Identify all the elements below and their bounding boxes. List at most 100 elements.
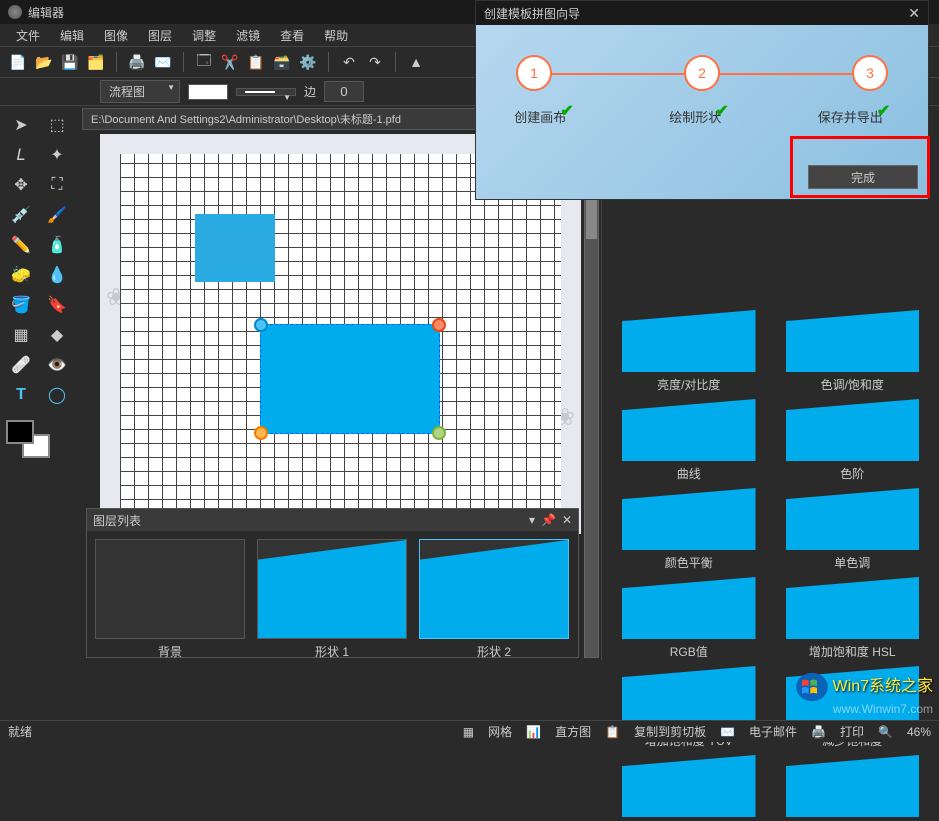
layers-icon[interactable]: 🗃️ xyxy=(272,52,292,72)
redeye-tool-icon[interactable]: 👁️ xyxy=(42,352,72,378)
stroke-preview[interactable] xyxy=(188,84,228,100)
move-tool-icon[interactable]: ✥ xyxy=(6,172,36,198)
eraser-tool-icon[interactable]: 🧽 xyxy=(6,262,36,288)
open-icon[interactable]: 📂 xyxy=(34,52,54,72)
panel-close-icon[interactable]: ✕ xyxy=(562,513,572,527)
menu-adjust[interactable]: 调整 xyxy=(184,25,224,46)
effect-levels[interactable]: 色阶 xyxy=(786,399,920,482)
shapes-tool-icon[interactable]: ◯ xyxy=(42,382,72,408)
paste-icon[interactable]: 📋 xyxy=(246,52,266,72)
resize-handle-ne[interactable] xyxy=(432,318,446,332)
wizard-step-3: 3 xyxy=(852,55,888,91)
layer-label: 形状 1 xyxy=(257,643,407,660)
layers-body: 背景 形状 1 形状 2 xyxy=(87,531,578,660)
cut-icon[interactable]: ✂️ xyxy=(220,52,240,72)
resize-handle-se[interactable] xyxy=(432,426,446,440)
pointer-tool-icon[interactable]: ➤ xyxy=(6,112,36,138)
effect-rgb[interactable]: RGB值 xyxy=(622,577,756,660)
status-grid-icon[interactable]: ▦ xyxy=(463,725,474,739)
layer-item-shape2[interactable]: 形状 2 xyxy=(419,539,569,660)
menu-edit[interactable]: 编辑 xyxy=(52,25,92,46)
finish-button[interactable]: 完成 xyxy=(808,165,918,189)
stamp-tool-icon[interactable]: 🔖 xyxy=(42,292,72,318)
effect-thumbnail xyxy=(622,488,756,550)
status-histogram-label[interactable]: 直方图 xyxy=(555,723,591,740)
panel-pin-icon[interactable]: 📌 xyxy=(541,513,556,527)
effect-thumbnail xyxy=(786,310,920,372)
wand-tool-icon[interactable]: ✦ xyxy=(42,142,72,168)
copy-icon[interactable]: 🗔 xyxy=(194,52,214,72)
status-print-icon[interactable]: 🖨️ xyxy=(811,725,826,739)
menu-file[interactable]: 文件 xyxy=(8,25,48,46)
effect-color-balance[interactable]: 颜色平衡 xyxy=(622,488,756,571)
menu-filter[interactable]: 滤镜 xyxy=(228,25,268,46)
resize-handle-nw[interactable] xyxy=(254,318,268,332)
redo-icon[interactable]: ↷ xyxy=(365,52,385,72)
bucket-tool-icon[interactable]: 🪣 xyxy=(6,292,36,318)
marquee-tool-icon[interactable]: ⬚ xyxy=(42,112,72,138)
watermark-line2: www.Winwin7.com xyxy=(795,702,933,718)
effect-increase-sat-hsl[interactable]: 增加饱和度 HSL xyxy=(786,577,920,660)
status-email-icon[interactable]: ✉️ xyxy=(720,725,735,739)
effect-label: 曲线 xyxy=(622,465,756,482)
layer-item-shape1[interactable]: 形状 1 xyxy=(257,539,407,660)
healing-tool-icon[interactable]: 🩹 xyxy=(6,352,36,378)
status-zoom-label[interactable]: 46% xyxy=(907,725,931,739)
color-swatch[interactable] xyxy=(6,420,50,458)
resize-handle-sw[interactable] xyxy=(254,426,268,440)
brush-tool-icon[interactable]: 🖌️ xyxy=(42,202,72,228)
lasso-tool-icon[interactable]: 𝘓 xyxy=(6,142,36,168)
shapeset-dropdown[interactable]: 流程图 xyxy=(100,80,180,103)
menu-image[interactable]: 图像 xyxy=(96,25,136,46)
mail-icon[interactable]: ✉️ xyxy=(153,52,173,72)
layer-item-background[interactable]: 背景 xyxy=(95,539,245,660)
effect-curves[interactable]: 曲线 xyxy=(622,399,756,482)
new-icon[interactable]: 📄 xyxy=(8,52,28,72)
blur-tool-icon[interactable]: 💧 xyxy=(42,262,72,288)
spray-tool-icon[interactable]: 🧴 xyxy=(42,232,72,258)
effect-thumbnail xyxy=(622,577,756,639)
effect-monochrome[interactable]: 单色调 xyxy=(786,488,920,571)
checkmark-icon: ✔ xyxy=(715,103,728,120)
template-icon[interactable]: 🗂️ xyxy=(86,52,106,72)
eyedropper-tool-icon[interactable]: 💉 xyxy=(6,202,36,228)
layer-label: 形状 2 xyxy=(419,643,569,660)
status-zoom-icon[interactable]: 🔍 xyxy=(878,725,893,739)
gear-icon[interactable]: ⚙️ xyxy=(298,52,318,72)
crop-tool-icon[interactable]: ⛶ xyxy=(42,172,72,198)
effect-more-1[interactable] xyxy=(622,755,756,817)
toolbox: ➤ ⬚ 𝘓 ✦ ✥ ⛶ 💉 🖌️ ✏️ 🧴 🧽 💧 🪣 🔖 ▦ ◆ 🩹 👁️ T… xyxy=(0,106,80,660)
save-icon[interactable]: 💾 xyxy=(60,52,80,72)
undo-icon[interactable]: ↶ xyxy=(339,52,359,72)
stroke-style-dropdown[interactable] xyxy=(236,88,296,96)
status-print-label[interactable]: 打印 xyxy=(840,723,864,740)
marker-icon[interactable]: ▲ xyxy=(406,52,426,72)
effect-thumbnail xyxy=(786,399,920,461)
grid-overlay xyxy=(120,154,561,514)
effect-label: 单色调 xyxy=(786,554,920,571)
status-clipboard-label[interactable]: 复制到剪切板 xyxy=(634,723,706,740)
print-icon[interactable]: 🖨️ xyxy=(127,52,147,72)
effect-hue-saturation[interactable]: 色调/饱和度 xyxy=(786,310,920,393)
status-clipboard-icon[interactable]: 📋 xyxy=(605,725,620,739)
gradient-tool-icon[interactable]: ▦ xyxy=(6,322,36,348)
text-tool-icon[interactable]: T xyxy=(6,382,36,408)
app-icon xyxy=(8,5,22,19)
shape-tool-icon[interactable]: ◆ xyxy=(42,322,72,348)
status-grid-label[interactable]: 网格 xyxy=(488,723,512,740)
shape-1[interactable] xyxy=(195,214,275,282)
effect-brightness-contrast[interactable]: 亮度/对比度 xyxy=(622,310,756,393)
sides-input[interactable] xyxy=(324,81,364,102)
menu-help[interactable]: 帮助 xyxy=(316,25,356,46)
close-icon[interactable]: ✕ xyxy=(908,5,920,22)
effect-more-2[interactable] xyxy=(786,755,920,817)
status-email-label[interactable]: 电子邮件 xyxy=(749,723,797,740)
menu-view[interactable]: 查看 xyxy=(272,25,312,46)
vertical-scrollbar[interactable] xyxy=(584,128,599,658)
foreground-color[interactable] xyxy=(6,420,34,444)
menu-layer[interactable]: 图层 xyxy=(140,25,180,46)
shape-2-selected[interactable] xyxy=(260,324,440,434)
panel-menu-icon[interactable]: ▾ xyxy=(529,513,535,527)
status-histogram-icon[interactable]: 📊 xyxy=(526,725,541,739)
pencil-tool-icon[interactable]: ✏️ xyxy=(6,232,36,258)
